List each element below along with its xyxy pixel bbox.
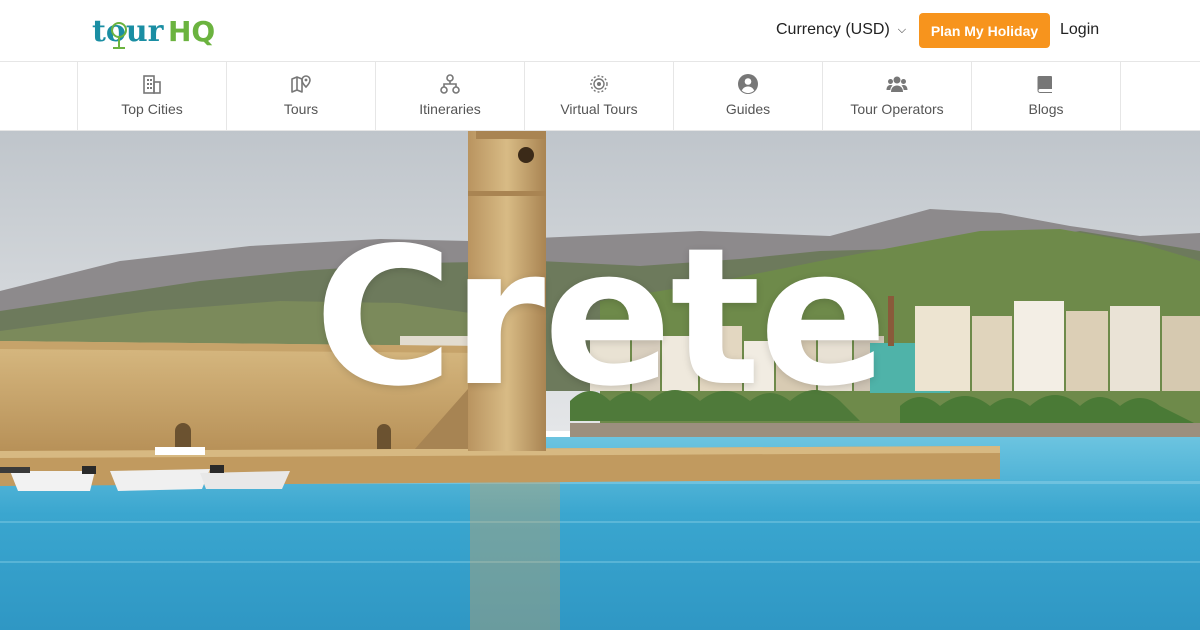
users-icon (886, 76, 908, 92)
nav-item-tour-operators[interactable]: Tour Operators (823, 62, 972, 131)
target-icon (590, 75, 608, 93)
login-link[interactable]: Login (1060, 21, 1099, 39)
nav-label: Itineraries (419, 101, 481, 117)
hero-banner: Crete (0, 131, 1200, 630)
hero-title: Crete (314, 207, 888, 428)
sitemap-icon (440, 74, 460, 94)
nav-label: Top Cities (121, 101, 183, 117)
currency-label: Currency (USD) (776, 21, 890, 38)
nav-item-blogs[interactable]: Blogs (972, 62, 1121, 131)
nav-item-top-cities[interactable]: Top Cities (78, 62, 227, 131)
user-circle-icon (738, 74, 758, 94)
nav-label: Blogs (1028, 101, 1064, 117)
nav-label: Tour Operators (850, 101, 944, 117)
nav-list: Top Cities Tours Itineraries Virtual Tou… (77, 62, 1121, 131)
nav-item-tours[interactable]: Tours (227, 62, 376, 131)
nav-item-itineraries[interactable]: Itineraries (376, 62, 525, 131)
top-header: tour HQ Currency (USD) ⌵ Plan My Holiday… (0, 0, 1200, 62)
nav-label: Guides (725, 101, 771, 117)
main-nav: Top Cities Tours Itineraries Virtual Tou… (0, 62, 1200, 131)
logo-text-tour: tour (92, 14, 165, 49)
nav-item-guides[interactable]: Guides (674, 62, 823, 131)
currency-dropdown[interactable]: Currency (USD) ⌵ (776, 21, 906, 39)
nav-item-virtual-tours[interactable]: Virtual Tours (525, 62, 674, 131)
book-icon (1037, 76, 1052, 93)
building-icon (143, 75, 161, 94)
tourhq-logo[interactable]: tour HQ (92, 8, 224, 52)
nav-label: Tours (283, 101, 319, 117)
logo-text-hq: HQ (168, 15, 215, 48)
map-pin-icon (291, 75, 311, 93)
nav-label: Virtual Tours (560, 101, 638, 117)
chevron-down-icon: ⌵ (897, 23, 907, 36)
plan-my-holiday-button[interactable]: Plan My Holiday (919, 13, 1050, 48)
